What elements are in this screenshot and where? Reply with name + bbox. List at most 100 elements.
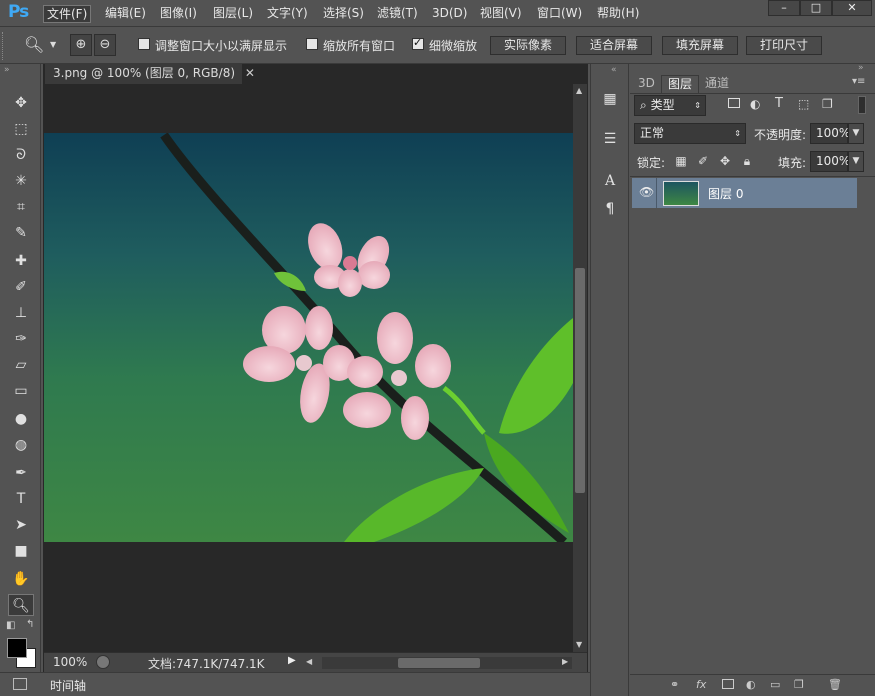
rectangle-tool-icon[interactable]: ■: [8, 540, 34, 562]
filter-pixel-icon[interactable]: [728, 98, 740, 108]
expand-dock-icon[interactable]: «: [611, 65, 617, 75]
canvas-image[interactable]: [44, 133, 573, 542]
menu-filter[interactable]: 滤镜(T): [374, 5, 421, 23]
blend-mode-select[interactable]: 正常 ⇕: [634, 123, 746, 144]
tab-layers[interactable]: 图层: [661, 75, 700, 93]
lock-image-icon[interactable]: ✐: [696, 154, 710, 168]
menu-window[interactable]: 窗口(W): [534, 5, 585, 23]
marquee-tool-icon[interactable]: ⬚: [8, 118, 34, 140]
close-button[interactable]: ✕: [832, 0, 872, 16]
delete-layer-icon[interactable]: 🗑︎: [828, 678, 842, 691]
zoom-tool-icon[interactable]: 🔍︎: [8, 594, 34, 616]
chevron-down-icon[interactable]: ▼: [50, 40, 56, 49]
lock-all-icon[interactable]: 🔒︎: [740, 154, 754, 168]
scroll-left-icon[interactable]: ◀: [306, 657, 312, 666]
layer-thumbnail[interactable]: [663, 181, 699, 206]
fit-screen-button[interactable]: 适合屏幕: [576, 36, 652, 55]
layer-style-icon[interactable]: fx: [696, 678, 706, 691]
zoom-in-button[interactable]: ⊕: [70, 34, 92, 56]
scroll-right-icon[interactable]: ▶: [562, 657, 568, 666]
zoom-level[interactable]: 100%: [53, 655, 87, 669]
type-tool-icon[interactable]: T: [8, 488, 34, 510]
scroll-up-icon[interactable]: ▲: [576, 86, 582, 95]
layer-row[interactable]: 👁︎ 图层 0: [632, 178, 857, 208]
character-icon[interactable]: A: [599, 170, 621, 192]
menu-file[interactable]: 文件(F): [43, 5, 92, 23]
opacity-input[interactable]: 100%: [810, 123, 850, 144]
zoom-tool-preset-icon[interactable]: 🔍︎: [24, 35, 44, 54]
histogram-icon[interactable]: ▦: [599, 88, 621, 110]
brush-tool-icon[interactable]: ✐: [8, 276, 34, 298]
default-colors-icon[interactable]: ◧: [6, 620, 15, 631]
collapse-tools-icon[interactable]: »: [4, 65, 10, 75]
close-tab-icon[interactable]: ✕: [245, 66, 255, 80]
foreground-color-swatch[interactable]: [7, 638, 27, 658]
zoom-all-checkbox[interactable]: [306, 38, 318, 50]
filter-shape-icon[interactable]: ⬚: [798, 97, 809, 111]
menu-image[interactable]: 图像(I): [157, 5, 200, 23]
timeline-icon[interactable]: [13, 678, 27, 690]
tab-3d[interactable]: 3D: [632, 75, 661, 93]
path-selection-tool-icon[interactable]: ➤: [8, 514, 34, 536]
lock-position-icon[interactable]: ✥: [718, 154, 732, 168]
status-info-icon[interactable]: [96, 655, 110, 669]
move-tool-icon[interactable]: ✥: [8, 92, 34, 114]
actual-pixels-button[interactable]: 实际像素: [490, 36, 566, 55]
crop-tool-icon[interactable]: ⌗: [8, 196, 34, 218]
fill-input[interactable]: 100%: [810, 151, 850, 172]
lasso-tool-icon[interactable]: ᘐ: [8, 144, 34, 166]
layer-visibility-eye-icon[interactable]: 👁︎: [639, 185, 654, 199]
blur-tool-icon[interactable]: ●: [8, 408, 34, 430]
new-layer-icon[interactable]: ❐: [794, 678, 804, 691]
healing-brush-tool-icon[interactable]: ✚: [8, 250, 34, 272]
fill-screen-button[interactable]: 填充屏幕: [662, 36, 738, 55]
new-adjustment-layer-icon[interactable]: ◐: [746, 678, 756, 691]
filter-toggle-switch[interactable]: [858, 96, 866, 114]
zoom-out-button[interactable]: ⊖: [94, 34, 116, 56]
collapse-panel-icon[interactable]: »: [858, 63, 864, 73]
magic-wand-tool-icon[interactable]: ✳: [8, 170, 34, 192]
maximize-button[interactable]: □: [800, 0, 832, 16]
panel-menu-icon[interactable]: ▾≡: [852, 76, 865, 87]
menu-layer[interactable]: 图层(L): [210, 5, 256, 23]
eraser-tool-icon[interactable]: ▱: [8, 354, 34, 376]
properties-icon[interactable]: ☰: [599, 128, 621, 150]
eyedropper-tool-icon[interactable]: ✎: [8, 222, 34, 244]
tab-channels[interactable]: 通道: [699, 75, 735, 93]
menu-edit[interactable]: 编辑(E): [102, 5, 149, 23]
dodge-tool-icon[interactable]: ◍: [8, 434, 34, 456]
hand-tool-icon[interactable]: ✋: [8, 568, 34, 590]
menu-3d[interactable]: 3D(D): [429, 5, 470, 23]
paragraph-icon[interactable]: ¶: [599, 198, 621, 220]
opacity-dropdown-icon[interactable]: ▼: [848, 123, 864, 144]
horizontal-scroll-thumb[interactable]: [398, 658, 480, 668]
layer-filter-select[interactable]: ⌕ 类型 ⇕: [634, 95, 706, 116]
filter-smart-object-icon[interactable]: ❐: [822, 97, 833, 111]
menu-view[interactable]: 视图(V): [477, 5, 525, 23]
scrubby-zoom-checkbox[interactable]: [412, 36, 424, 50]
timeline-label[interactable]: 时间轴: [50, 677, 86, 694]
menu-select[interactable]: 选择(S): [320, 5, 367, 23]
vertical-scroll-thumb[interactable]: [575, 268, 585, 493]
new-group-icon[interactable]: ▭: [770, 678, 780, 691]
minimize-button[interactable]: –: [768, 0, 800, 16]
add-mask-icon[interactable]: [722, 679, 734, 689]
menu-type[interactable]: 文字(Y): [264, 5, 311, 23]
clone-stamp-tool-icon[interactable]: ⊥: [8, 302, 34, 324]
pen-tool-icon[interactable]: ✒: [8, 462, 34, 484]
filter-type-icon[interactable]: T: [775, 96, 783, 111]
history-brush-tool-icon[interactable]: ✑: [8, 328, 34, 350]
status-menu-arrow-icon[interactable]: ▶: [288, 655, 296, 666]
lock-transparent-icon[interactable]: ▦: [674, 154, 688, 168]
options-grip[interactable]: [2, 32, 6, 60]
layer-name[interactable]: 图层 0: [708, 185, 743, 202]
filter-adjustment-icon[interactable]: ◐: [750, 97, 760, 111]
link-layers-icon[interactable]: ⚭: [670, 678, 679, 691]
print-size-button[interactable]: 打印尺寸: [746, 36, 822, 55]
gradient-tool-icon[interactable]: ▭: [8, 380, 34, 402]
swap-colors-icon[interactable]: ↰: [26, 619, 34, 630]
document-tab[interactable]: 3.png @ 100% (图层 0, RGB/8) ✕: [45, 64, 255, 84]
scroll-down-icon[interactable]: ▼: [576, 640, 582, 649]
menu-help[interactable]: 帮助(H): [594, 5, 642, 23]
resize-windows-checkbox[interactable]: [138, 38, 150, 50]
